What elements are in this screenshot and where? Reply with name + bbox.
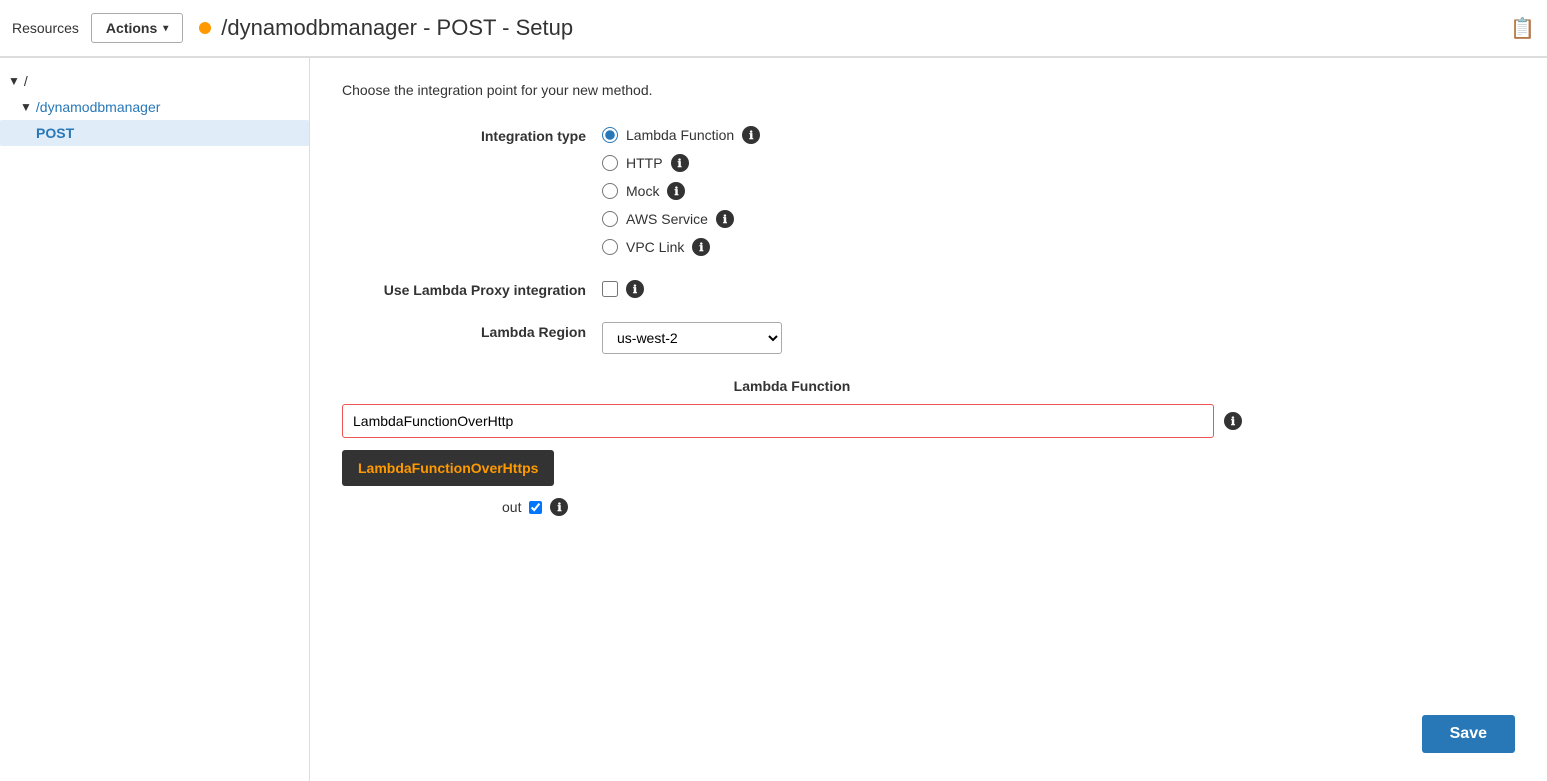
lambda-function-input-row: ℹ LambdaFunctionOverHttps: [342, 404, 1242, 438]
lambda-function-label: Lambda Function: [342, 378, 1242, 394]
lambda-info-icon[interactable]: ℹ: [742, 126, 760, 144]
lambda-proxy-row: Use Lambda Proxy integration ℹ: [342, 280, 1242, 298]
orange-dot: [199, 22, 211, 34]
top-bar: Resources Actions ▾ /dynamodbmanager - P…: [0, 0, 1547, 57]
resource-toggle: ▼: [20, 100, 32, 114]
default-timeout-info-icon[interactable]: ℹ: [550, 498, 568, 516]
radio-lambda-input[interactable]: [602, 127, 618, 143]
radio-mock-label: Mock: [626, 183, 659, 199]
lambda-region-row: Lambda Region us-east-1 us-east-2 us-wes…: [342, 322, 1242, 354]
integration-type-row: Integration type Lambda Function ℹ HTTP …: [342, 126, 1242, 256]
lambda-proxy-checkbox[interactable]: [602, 281, 618, 297]
resources-label: Resources: [12, 20, 79, 36]
radio-vpc-input[interactable]: [602, 239, 618, 255]
page-title: /dynamodbmanager - POST - Setup: [221, 15, 573, 41]
sidebar-item-root[interactable]: ▼ /: [0, 68, 309, 94]
radio-aws-input[interactable]: [602, 211, 618, 227]
actions-button[interactable]: Actions ▾: [91, 13, 183, 43]
lambda-proxy-checkbox-wrapper: ℹ: [602, 280, 1242, 298]
lambda-function-info-icon[interactable]: ℹ: [1224, 412, 1242, 430]
save-button[interactable]: Save: [1422, 715, 1515, 753]
http-info-icon[interactable]: ℹ: [671, 154, 689, 172]
root-label: /: [24, 73, 28, 89]
root-toggle: ▼: [8, 74, 20, 88]
radio-http: HTTP ℹ: [602, 154, 1242, 172]
radio-vpc-link: VPC Link ℹ: [602, 238, 1242, 256]
vpc-info-icon[interactable]: ℹ: [692, 238, 710, 256]
radio-http-input[interactable]: [602, 155, 618, 171]
mock-info-icon[interactable]: ℹ: [667, 182, 685, 200]
integration-type-label: Integration type: [342, 126, 602, 144]
sidebar-item-post[interactable]: POST: [0, 120, 309, 146]
setup-description: Choose the integration point for your ne…: [342, 82, 1515, 98]
resource-label: /dynamodbmanager: [36, 99, 161, 115]
method-label: POST: [36, 125, 74, 141]
radio-mock: Mock ℹ: [602, 182, 1242, 200]
lambda-proxy-controls: ℹ: [602, 280, 1242, 298]
default-timeout-row: out ℹ: [502, 498, 1242, 516]
radio-lambda-label: Lambda Function: [626, 127, 734, 143]
lambda-function-input[interactable]: [342, 404, 1214, 438]
sidebar-item-dynamodbmanager[interactable]: ▼ /dynamodbmanager: [0, 94, 309, 120]
lambda-region-select[interactable]: us-east-1 us-east-2 us-west-1 us-west-2 …: [602, 322, 782, 354]
radio-vpc-label: VPC Link: [626, 239, 684, 255]
radio-lambda: Lambda Function ℹ: [602, 126, 1242, 144]
actions-caret: ▾: [163, 23, 168, 34]
main-layout: ▼ / ▼ /dynamodbmanager POST Choose the i…: [0, 58, 1547, 781]
aws-info-icon[interactable]: ℹ: [716, 210, 734, 228]
sidebar: ▼ / ▼ /dynamodbmanager POST: [0, 58, 310, 781]
lambda-proxy-label: Use Lambda Proxy integration: [342, 280, 602, 298]
lambda-proxy-info-icon[interactable]: ℹ: [626, 280, 644, 298]
radio-aws-service: AWS Service ℹ: [602, 210, 1242, 228]
radio-aws-label: AWS Service: [626, 211, 708, 227]
copy-icon[interactable]: 📋: [1510, 16, 1535, 41]
radio-http-label: HTTP: [626, 155, 663, 171]
default-timeout-checkbox[interactable]: [529, 501, 542, 514]
content-area: Choose the integration point for your ne…: [310, 58, 1547, 781]
radio-mock-input[interactable]: [602, 183, 618, 199]
autocomplete-dropdown[interactable]: LambdaFunctionOverHttps: [342, 450, 554, 486]
page-title-area: /dynamodbmanager - POST - Setup 📋: [199, 15, 1535, 41]
integration-type-controls: Lambda Function ℹ HTTP ℹ Mock ℹ: [602, 126, 1242, 256]
default-timeout-label: out: [502, 499, 521, 515]
lambda-region-label: Lambda Region: [342, 322, 602, 340]
lambda-region-controls: us-east-1 us-east-2 us-west-1 us-west-2 …: [602, 322, 1242, 354]
form-section: Integration type Lambda Function ℹ HTTP …: [342, 126, 1242, 516]
lambda-function-section: Lambda Function ℹ LambdaFunctionOverHttp…: [342, 378, 1242, 438]
